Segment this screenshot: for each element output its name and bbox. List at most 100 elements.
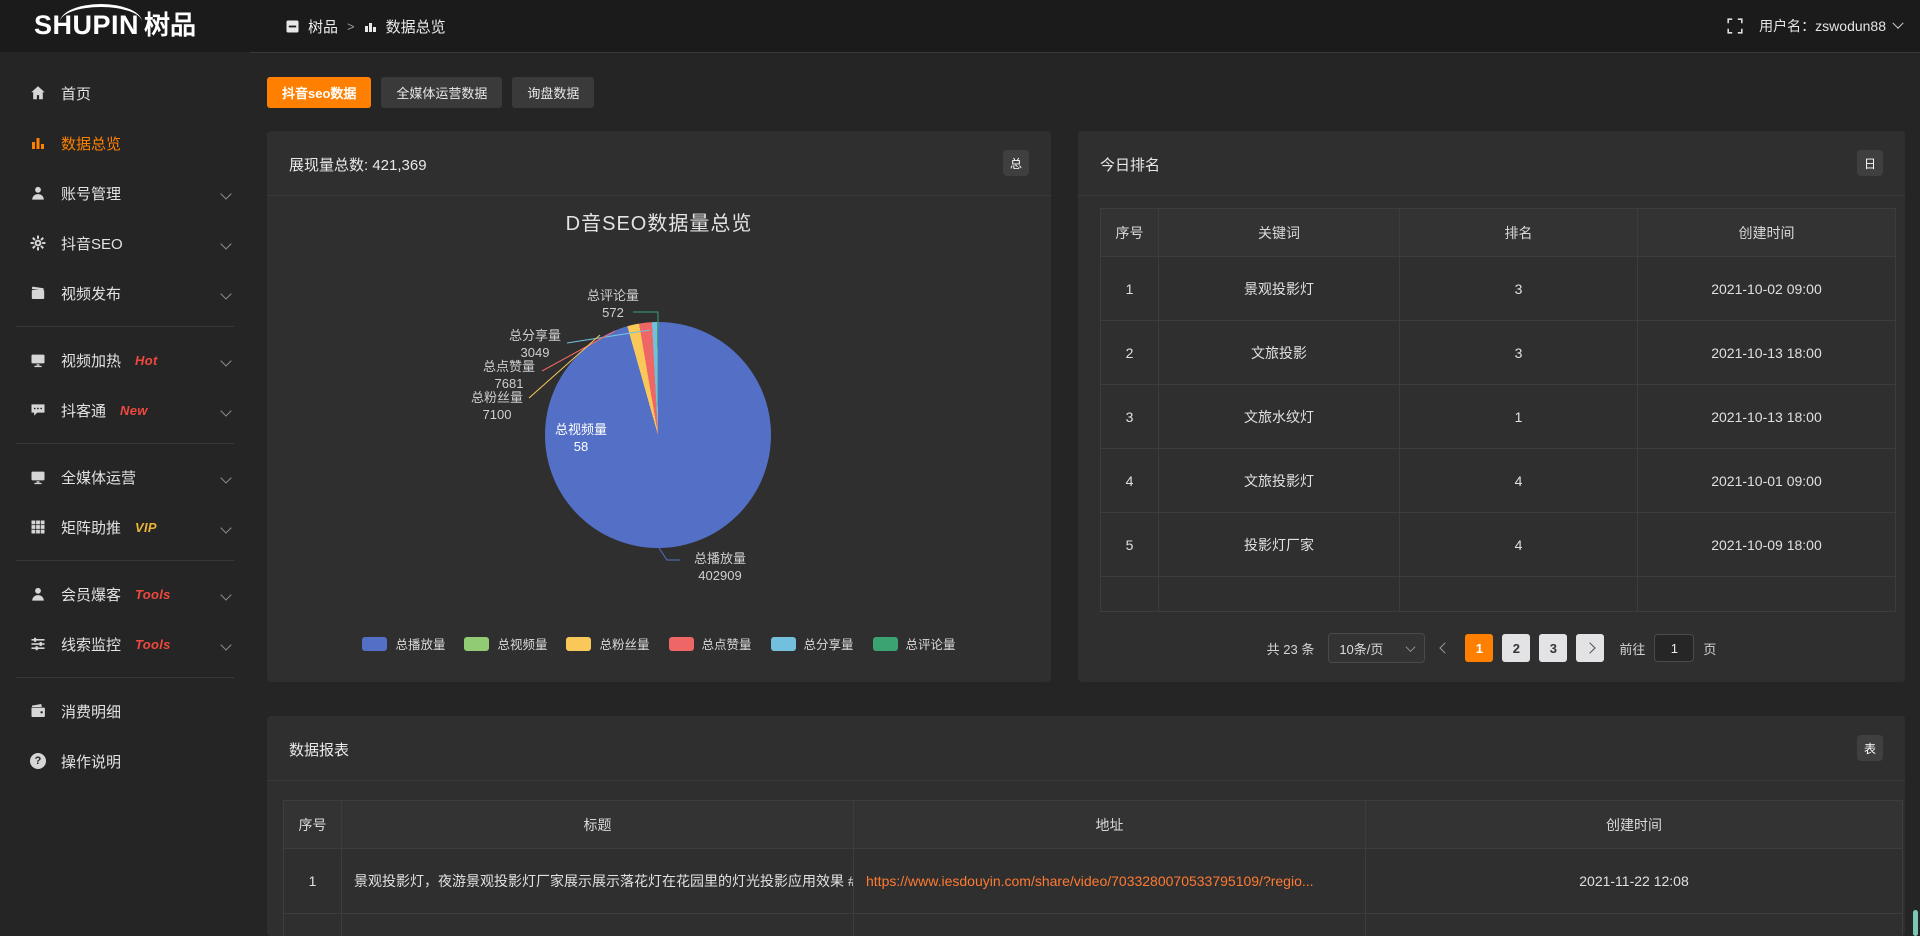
- legend-label: 总评论量: [906, 634, 956, 653]
- chevron-down-icon: [220, 522, 231, 533]
- sidebar-item-douyin-seo[interactable]: 抖音SEO: [0, 218, 250, 268]
- tab-inquiry-data[interactable]: 询盘数据: [512, 77, 594, 108]
- col-title: 标题: [342, 801, 854, 849]
- sidebar-item-operation-guide[interactable]: ? 操作说明: [0, 736, 250, 786]
- wallet-icon: [30, 703, 47, 720]
- legend-label: 总分享量: [804, 634, 854, 653]
- user-menu[interactable]: 用户名： zswodun88: [1759, 16, 1902, 36]
- header-right: 用户名： zswodun88: [1727, 0, 1902, 52]
- legend-item-share-count[interactable]: 总分享量: [771, 634, 854, 653]
- breadcrumb-root[interactable]: 树品: [308, 16, 338, 37]
- sidebar-item-label: 数据总览: [61, 133, 121, 154]
- sidebar-item-video-publish[interactable]: 视频发布: [0, 268, 250, 318]
- cell-no: 1: [1101, 257, 1159, 321]
- cell-no: 4: [1101, 449, 1159, 513]
- breadcrumb: 树品 > 数据总览: [286, 0, 446, 52]
- sidebar-item-label: 操作说明: [61, 751, 121, 772]
- table-row-empty: [1101, 577, 1896, 612]
- data-report-panel: 数据报表 表 序号 标题 地址 创建时间 1 景观投影灯，夜游景观投影灯厂家展示…: [267, 716, 1905, 936]
- goto-page-input[interactable]: [1654, 634, 1694, 662]
- new-badge: New: [120, 403, 148, 418]
- legend-item-fans-count[interactable]: 总粉丝量: [566, 634, 649, 653]
- tab-omnimedia-data[interactable]: 全媒体运营数据: [381, 77, 502, 108]
- table-view-button[interactable]: 表: [1857, 735, 1883, 761]
- bar-chart-icon: [364, 20, 377, 33]
- page-button-1[interactable]: 1: [1465, 634, 1493, 662]
- rank-panel-title: 今日排名: [1100, 154, 1160, 175]
- page-button-2[interactable]: 2: [1502, 634, 1530, 662]
- cell-created: 2021-10-09 18:00: [1638, 513, 1896, 577]
- username-label: 用户名：: [1759, 16, 1815, 36]
- fullscreen-icon[interactable]: [1727, 18, 1743, 34]
- sidebar-item-member-burst[interactable]: 会员爆客 Tools: [0, 569, 250, 619]
- sidebar-item-account-management[interactable]: 账号管理: [0, 168, 250, 218]
- cell-rank: 3: [1400, 321, 1638, 385]
- total-view-button[interactable]: 总: [1003, 150, 1029, 176]
- sliders-icon: [30, 636, 47, 653]
- col-no: 序号: [284, 801, 342, 849]
- pagination: 共 23 条 10条/页 1 2 3 前往 页: [1078, 633, 1905, 663]
- chevron-down-icon: [220, 188, 231, 199]
- sidebar-item-data-overview[interactable]: 数据总览: [0, 118, 250, 168]
- cell-keyword: 景观投影灯: [1159, 257, 1400, 321]
- cell-created: 2021-10-01 09:00: [1638, 449, 1896, 513]
- board-icon: [286, 20, 299, 33]
- sidebar-item-label: 消费明细: [61, 701, 121, 722]
- pie-label-like-count: 总点赞量 7681: [464, 358, 554, 392]
- sidebar-item-matrix-boost[interactable]: 矩阵助推 VIP: [0, 502, 250, 552]
- pie-label-name: 总粉丝量: [471, 390, 523, 405]
- chevron-down-icon: [220, 238, 231, 249]
- pie-label-value: 7681: [464, 375, 554, 392]
- cell-created: 2021-10-13 18:00: [1638, 321, 1896, 385]
- cell-no: 1: [284, 849, 342, 914]
- sidebar-item-consumption-detail[interactable]: 消费明细: [0, 686, 250, 736]
- gear-icon: [30, 235, 47, 252]
- cell-rank: 4: [1400, 449, 1638, 513]
- bar-chart-icon: [30, 135, 47, 152]
- table-row: 5 投影灯厂家 4 2021-10-09 18:00: [1101, 513, 1896, 577]
- page-scrollbar[interactable]: [1913, 910, 1918, 936]
- sidebar-item-home[interactable]: 首页: [0, 68, 250, 118]
- chevron-down-icon: [220, 639, 231, 650]
- chart-panel: 展现量总数: 421,369 总 D音SEO数据量总览 总播放量 402909 …: [267, 131, 1051, 682]
- legend-label: 总播放量: [395, 634, 445, 653]
- report-link[interactable]: https://www.iesdouyin.com/share/video/70…: [866, 873, 1314, 889]
- breadcrumb-current: 数据总览: [386, 16, 446, 37]
- pie-label-name: 总视频量: [555, 422, 607, 437]
- table-row: 1 景观投影灯，夜游景观投影灯厂家展示展示落花灯在花园里的灯光投影应用效果 # …: [284, 849, 1903, 914]
- day-view-button[interactable]: 日: [1857, 150, 1883, 176]
- sidebar-item-video-heating[interactable]: 视频加热 Hot: [0, 335, 250, 385]
- legend-item-comment-count[interactable]: 总评论量: [873, 634, 956, 653]
- chevron-down-icon: [1406, 642, 1416, 652]
- next-page-button[interactable]: [1576, 634, 1604, 662]
- table-header-row: 序号 关键词 排名 创建时间: [1101, 209, 1896, 257]
- cell-no: 3: [1101, 385, 1159, 449]
- goto-unit: 页: [1703, 639, 1716, 658]
- chart-panel-header: 展现量总数: 421,369 总: [267, 131, 1051, 196]
- pie-label-value: 58: [536, 438, 626, 455]
- pagination-total: 共 23 条: [1267, 639, 1315, 658]
- legend-item-video-count[interactable]: 总视频量: [464, 634, 547, 653]
- page-size-select[interactable]: 10条/页: [1328, 633, 1425, 663]
- legend-item-like-count[interactable]: 总点赞量: [669, 634, 752, 653]
- tab-douyin-seo-data[interactable]: 抖音seo数据: [267, 77, 371, 108]
- pie-label-name: 总播放量: [694, 551, 746, 566]
- cell-keyword: 文旅水纹灯: [1159, 385, 1400, 449]
- sidebar-item-douketong[interactable]: 抖客通 New: [0, 385, 250, 435]
- page-button-3[interactable]: 3: [1539, 634, 1567, 662]
- col-created: 创建时间: [1366, 801, 1903, 849]
- user-icon: [30, 185, 47, 202]
- report-table: 序号 标题 地址 创建时间 1 景观投影灯，夜游景观投影灯厂家展示展示落花灯在花…: [283, 800, 1903, 936]
- legend-swatch: [464, 637, 489, 651]
- chevron-down-icon: [220, 288, 231, 299]
- chevron-down-icon: [220, 355, 231, 366]
- legend-item-play-count[interactable]: 总播放量: [362, 634, 445, 653]
- prev-page-button[interactable]: [1434, 634, 1456, 662]
- sidebar: 首页 数据总览 账号管理 抖音SEO 视频发布 视频加热 Hot 抖客通 New…: [0, 52, 250, 936]
- sidebar-item-omnimedia-operation[interactable]: 全媒体运营: [0, 452, 250, 502]
- sidebar-item-label: 线索监控: [61, 634, 121, 655]
- sidebar-item-lead-monitor[interactable]: 线索监控 Tools: [0, 619, 250, 669]
- pie-label-fans-count: 总粉丝量 7100: [452, 389, 542, 423]
- cell-no: 5: [1101, 513, 1159, 577]
- app-logo[interactable]: SHUPIN 树品: [34, 9, 196, 41]
